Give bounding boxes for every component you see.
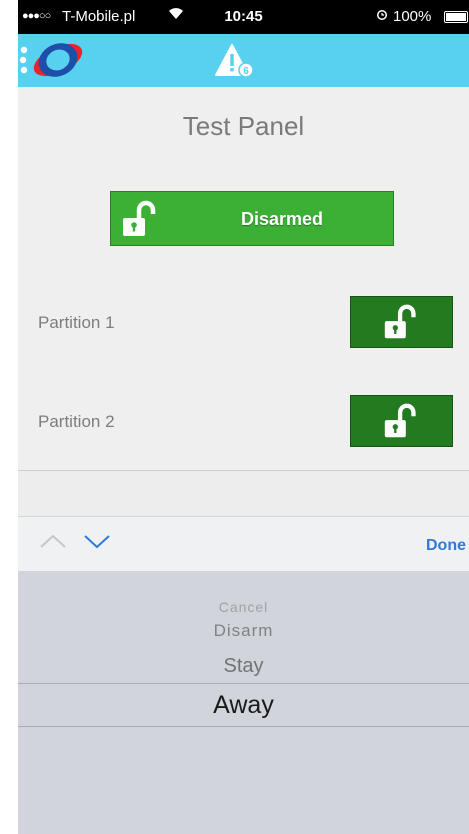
picker-option-cancel[interactable]: Cancel [18, 599, 469, 615]
picker-option-stay[interactable]: Stay [18, 655, 469, 678]
phone-screen: ●●●○○ T-Mobile.pl 10:45 100% 6 Test Pane… [18, 0, 469, 834]
app-logo-icon[interactable] [18, 40, 98, 80]
warning-badge-icon[interactable]: 6 [213, 43, 257, 79]
unlocked-padlock-icon [384, 304, 416, 339]
done-button[interactable]: Done [426, 537, 466, 555]
main-state-label: Disarmed [240, 209, 324, 229]
battery-percent: 100% [393, 8, 432, 25]
alarm-clock-icon [375, 7, 389, 24]
selection-line-top [18, 683, 469, 684]
status-bar: ●●●○○ T-Mobile.pl 10:45 100% [18, 0, 469, 34]
selection-line-bottom [18, 726, 469, 727]
blank-area [18, 471, 469, 516]
picker-option-away[interactable]: Away [18, 691, 469, 720]
partition-1-lock-button[interactable] [350, 296, 453, 348]
unlocked-padlock-icon [123, 200, 156, 236]
battery-icon [444, 11, 468, 23]
unlocked-padlock-icon [384, 403, 416, 438]
chevron-up-icon[interactable] [38, 531, 68, 551]
partition-label: Partition 1 [38, 313, 115, 332]
action-picker[interactable]: Cancel Disarm Stay Away [18, 571, 469, 834]
chevron-down-icon[interactable] [82, 531, 112, 551]
keyboard-toolbar: Done [18, 516, 469, 571]
partition-row-2: Partition 2 [18, 393, 469, 449]
app-header: 6 [18, 34, 469, 87]
panel-title: Test Panel [182, 111, 305, 141]
alert-badge-count: 6 [243, 66, 249, 77]
partition-2-lock-button[interactable] [350, 395, 453, 447]
partition-label: Partition 2 [38, 412, 115, 431]
disarmed-status-button[interactable]: Disarmed [110, 191, 394, 246]
panel-content: Test Panel Disarmed Partition 1 Partitio… [18, 87, 469, 470]
picker-option-disarm[interactable]: Disarm [18, 621, 469, 641]
partition-row-1: Partition 1 [18, 294, 469, 350]
